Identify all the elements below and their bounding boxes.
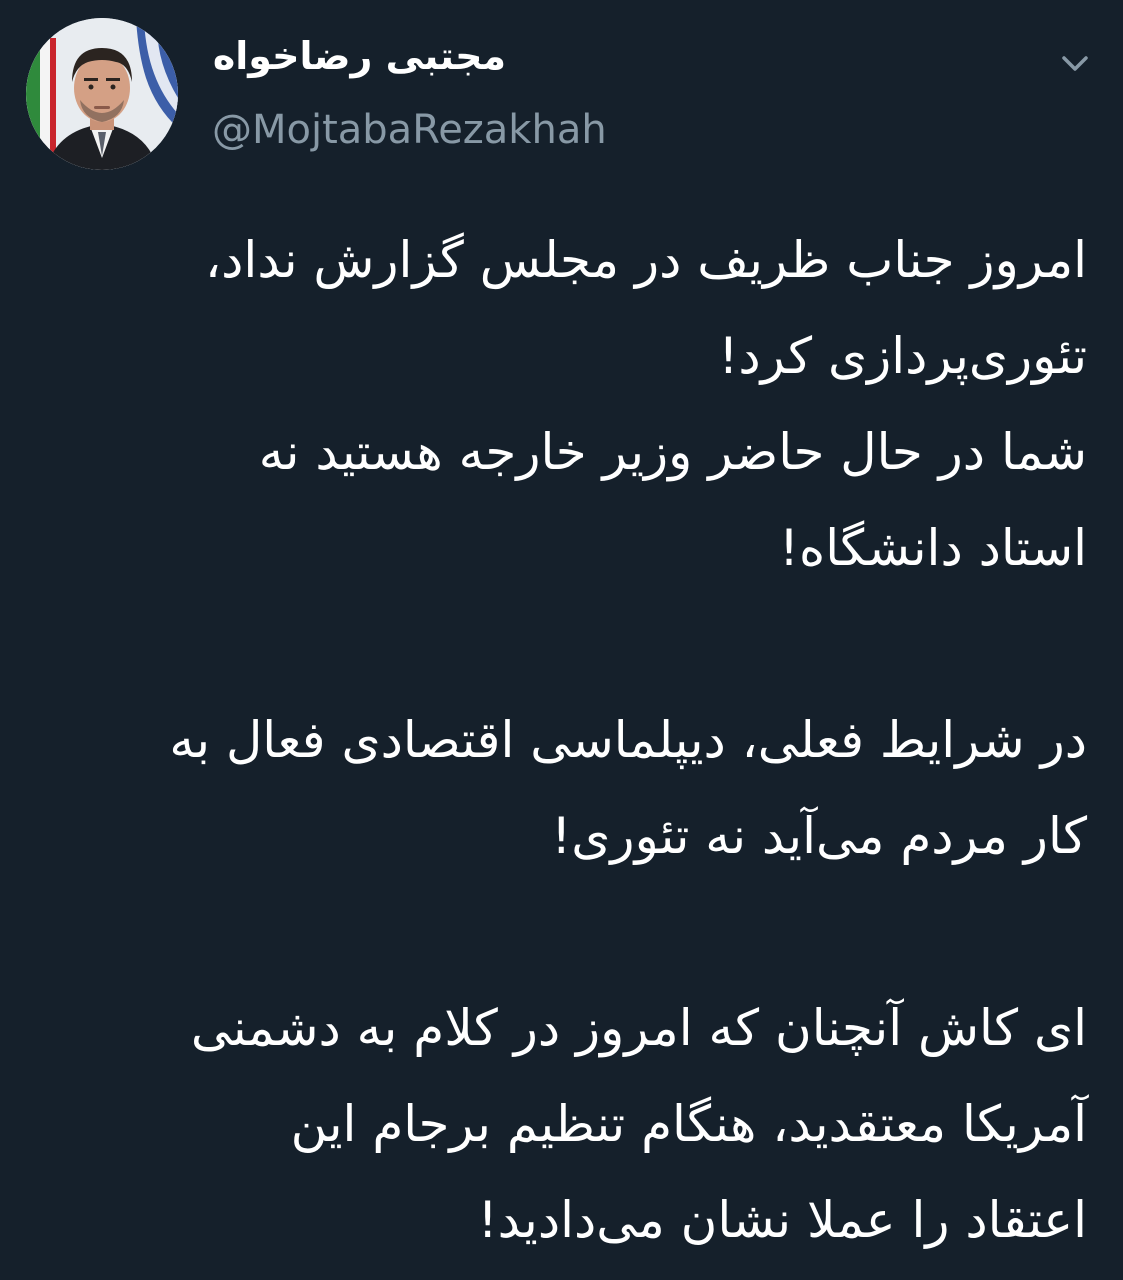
tweet-line: در شرایط فعلی، دیپلماسی اقتصادی فعال به — [169, 711, 1087, 769]
tweet-menu-button[interactable] — [1050, 38, 1100, 88]
tweet-line: آمریکا معتقدید، هنگام تنظیم برجام این — [290, 1095, 1087, 1153]
author-display-name[interactable]: مجتبی رضاخواه — [196, 26, 506, 86]
tweet-line: استاد دانشگاه! — [778, 519, 1087, 577]
tweet-body: امروز جناب ظریف در مجلس گزارش نداد، تئور… — [27, 212, 1087, 1268]
tweet-line: امروز جناب ظریف در مجلس گزارش نداد، — [205, 231, 1087, 289]
tweet-line: شما در حال حاضر وزیر خارجه هستید نه — [258, 423, 1087, 481]
chevron-down-icon — [1062, 56, 1088, 71]
avatar-photo-icon — [26, 18, 178, 170]
author-handle[interactable]: @MojtabaRezakhah — [212, 102, 607, 158]
tweet-line: کار مردم می‌آید نه تئوری! — [551, 807, 1087, 865]
tweet-line: اعتقاد را عملا نشان می‌دادید! — [477, 1191, 1087, 1249]
tweet-header: مجتبی رضاخواه @MojtabaRezakhah — [0, 0, 1123, 180]
tweet-card: مجتبی رضاخواه @MojtabaRezakhah امروز جنا… — [0, 0, 1123, 1280]
author-avatar[interactable] — [26, 18, 178, 170]
tweet-line: تئوری‌پردازی کرد! — [718, 327, 1087, 385]
tweet-line: ای کاش آنچنان که امروز در کلام به دشمنی — [190, 999, 1087, 1057]
